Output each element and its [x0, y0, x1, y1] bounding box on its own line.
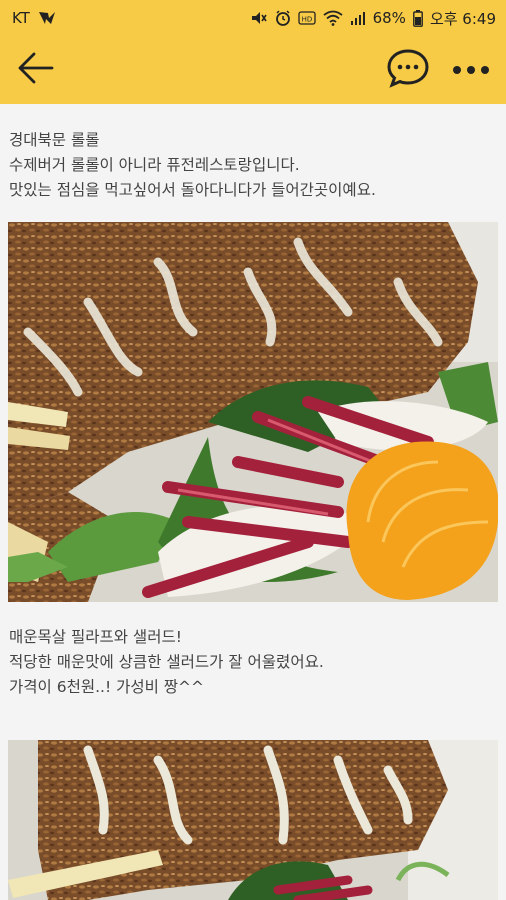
post-paragraph-review: 매운목살 필라프와 샐러드! 적당한 매운맛에 상큼한 샐러드가 잘 어울렸어요… [0, 625, 506, 700]
post-text-line: 적당한 매운맛에 상큼한 샐러드가 잘 어울렸어요. [9, 653, 324, 671]
post-paragraph-intro: 경대북문 롤롤 수제버거 롤롤이 아니라 퓨전레스토랑입니다. 맛있는 점심을 … [0, 128, 506, 203]
back-arrow-icon[interactable] [16, 50, 56, 90]
app-bar-actions [386, 48, 490, 92]
more-options-icon[interactable] [452, 61, 490, 80]
status-bar: KT HD 68% 오후 6:49 [0, 0, 506, 36]
status-bar-left: KT [12, 9, 57, 27]
clock: 오후 6:49 [429, 9, 496, 28]
post-text-line: 경대북문 롤롤 [9, 131, 100, 149]
battery-icon [413, 9, 423, 27]
battery-percent: 68% [372, 9, 406, 27]
post-text-line: 맛있는 점심을 먹고싶어서 돌아다니다가 들어간곳이예요. [9, 181, 376, 199]
carrier-signal-icon [37, 10, 57, 26]
post-content[interactable]: 경대북문 롤롤 수제버거 롤롤이 아니라 퓨전레스토랑입니다. 맛있는 점심을 … [0, 104, 506, 900]
food-photo[interactable] [8, 222, 498, 602]
alarm-icon [275, 10, 291, 26]
wifi-icon [323, 10, 343, 26]
app-bar [0, 36, 506, 104]
food-photo-graphic [8, 222, 498, 602]
svg-text:HD: HD [301, 16, 312, 24]
post-text-line: 매운목살 필라프와 샐러드! [9, 628, 182, 646]
mute-icon [250, 10, 268, 26]
food-photo-2-graphic [8, 740, 498, 900]
cell-signal-icon [350, 10, 366, 26]
post-text-line: 가격이 6천원..! 가성비 짱^^ [9, 678, 205, 696]
status-bar-right: HD 68% 오후 6:49 [250, 8, 496, 29]
hd-voice-icon: HD [297, 11, 316, 25]
chat-bubble-icon[interactable] [386, 48, 430, 92]
carrier-label: KT [12, 9, 30, 27]
post-text-line: 수제버거 롤롤이 아니라 퓨전레스토랑입니다. [9, 156, 300, 174]
food-photo-2[interactable] [8, 740, 498, 900]
